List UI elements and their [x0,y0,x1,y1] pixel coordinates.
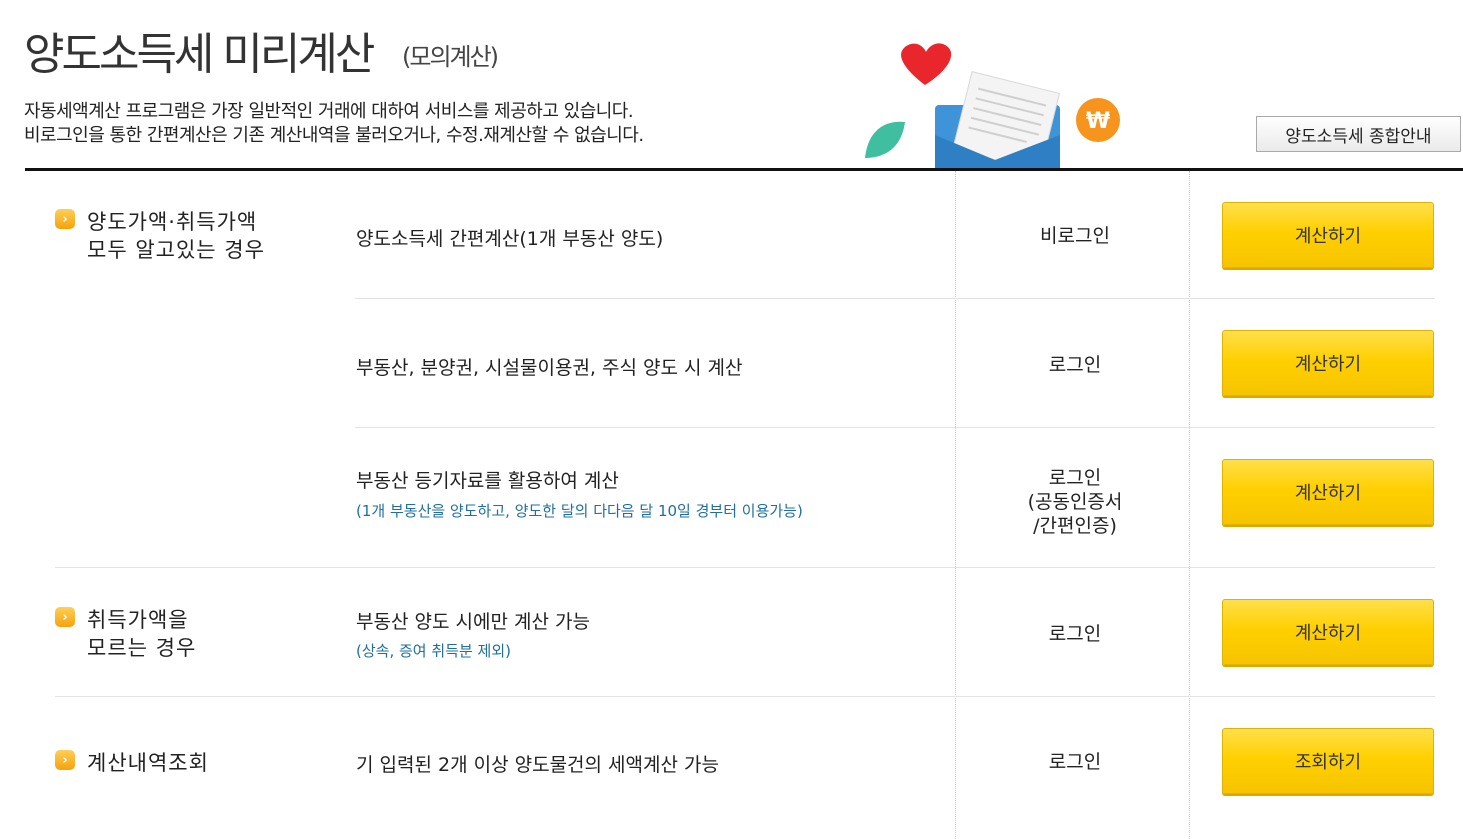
category-label: 취득가액을 모르는 경우 [87,608,197,660]
page-title: 양도소득세 미리계산 [24,29,375,80]
calculate-button-registry[interactable]: 계산하기 [1222,459,1434,525]
category-label: 양도가액·취득가액 모두 알고있는 경우 [87,210,265,262]
description-line-1: 자동세액계산 프로그램은 가장 일반적인 거래에 대하여 서비스를 제공하고 있… [24,101,634,122]
service-name: 부동산, 분양권, 시설물이용권, 주식 양도 시 계산 [356,357,743,379]
calculate-button-simple[interactable]: 계산하기 [1222,202,1434,268]
service-name: 부동산 양도 시에만 계산 가능 [356,611,590,633]
header-illustration: ₩ [865,43,1120,170]
bullet-icon: › [55,607,75,627]
lookup-button[interactable]: 조회하기 [1222,728,1434,794]
login-requirement: 로그인 (공동인증서 /간편인증) [1027,467,1123,537]
service-note: (1개 부동산을 양도하고, 양도한 달의 다다음 달 10일 경부터 이용가능… [356,502,803,520]
login-requirement: 로그인 [1048,354,1102,376]
login-requirement: 비로그인 [1040,225,1110,247]
calculate-button-general[interactable]: 계산하기 [1222,330,1434,396]
page-subtitle: (모의계산) [402,43,499,71]
column-divider-1 [955,171,956,839]
calculate-button-unknown-acquisition[interactable]: 계산하기 [1222,599,1434,665]
row-divider [55,567,1435,568]
category-label: 계산내역조회 [87,751,209,775]
service-note: (상속, 증여 취득분 제외) [356,642,511,660]
bullet-icon: › [55,209,75,229]
row-divider [55,696,1435,697]
service-name: 부동산 등기자료를 활용하여 계산 [356,470,619,492]
login-requirement: 로그인 [1048,751,1102,773]
row-divider [355,298,1435,299]
service-name: 양도소득세 간편계산(1개 부동산 양도) [356,228,664,250]
category-history-lookup: › 계산내역조회 [55,749,209,777]
description-line-2: 비로그인을 통한 간편계산은 기존 계산내역을 불러오거나, 수정.재계산할 수… [24,125,644,146]
won-symbol: ₩ [1086,109,1110,134]
heart-icon [901,43,952,85]
service-name: 기 입력된 2개 이상 양도물건의 세액계산 가능 [356,754,719,776]
category-unknown-acquisition: › 취득가액을 모르는 경우 [55,606,196,662]
bullet-icon: › [55,750,75,770]
login-requirement: 로그인 [1048,623,1102,645]
category-known-prices: › 양도가액·취득가액 모두 알고있는 경우 [55,208,265,264]
leaf-icon [865,121,905,158]
row-divider [355,427,1435,428]
transfer-tax-guide-button[interactable]: 양도소득세 종합안내 [1256,116,1461,152]
header-divider [25,168,1463,171]
